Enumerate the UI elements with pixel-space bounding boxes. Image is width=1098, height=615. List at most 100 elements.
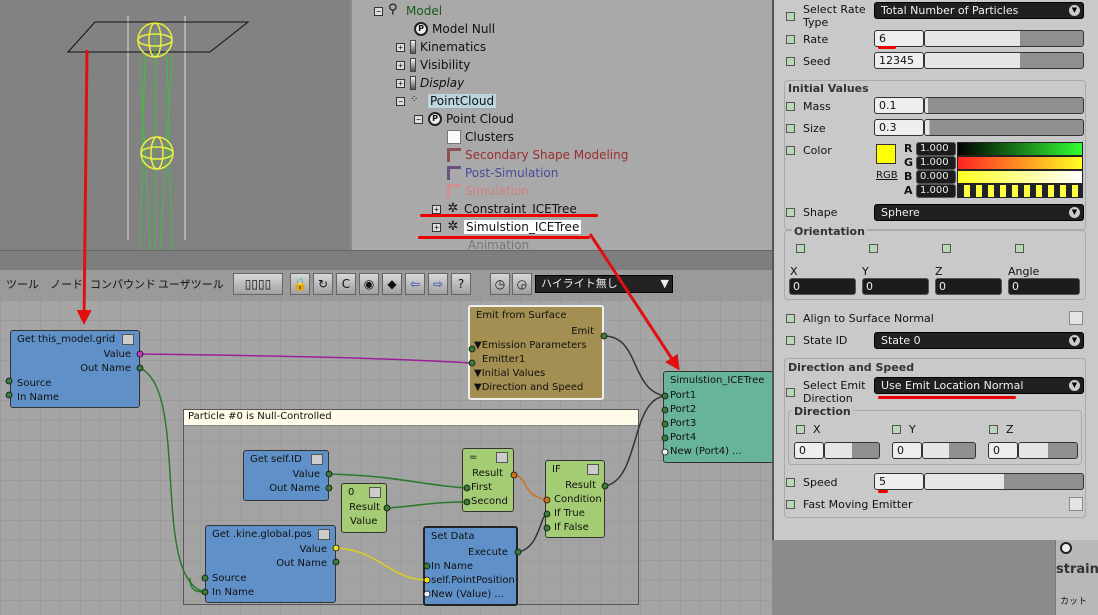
channel-a-input[interactable]: 1.000 [916,184,956,198]
menu-user-tool[interactable]: ユーザツール [158,276,224,292]
highlight-select[interactable]: ハイライト無し ▼ [535,275,673,293]
color-swatch[interactable] [876,144,896,164]
expand-icon[interactable]: + [396,42,405,52]
help-icon[interactable]: ? [451,273,471,295]
orient-angle-input[interactable]: 0 [1008,278,1080,295]
port-if-false[interactable]: If False [554,522,589,533]
channel-r-input[interactable]: 1.000 [916,142,956,156]
lock-icon[interactable]: 🔒 [290,273,310,295]
node-menu-icon[interactable] [311,454,323,465]
expand-icon[interactable]: + [396,78,405,88]
port-new-value[interactable]: New (Value) ... [431,589,504,600]
port-emit[interactable]: Emit [571,326,594,337]
tree-item-simulation[interactable]: Simulation [447,182,529,200]
node-emit-from-surface[interactable]: Emit from Surface Emit ▼Emission Paramet… [468,305,604,400]
animate-checkbox[interactable] [786,314,795,323]
fast-emitter-checkbox[interactable] [1069,497,1083,511]
node-get-self-id[interactable]: Get self.ID Value Out Name [243,450,329,501]
port-3[interactable]: Port3 [670,418,696,429]
ice-graph[interactable]: Particle #0 is Null-Controlled Get this_… [0,300,772,615]
port-value[interactable]: Value [350,516,377,527]
node-scalar-zero[interactable]: 0 Result Value [341,483,387,533]
preset-icon[interactable]: ◉ [359,273,379,295]
dir-x-slider[interactable] [824,442,880,459]
dir-y-input[interactable]: 0 [892,442,922,459]
expand-icon[interactable]: + [432,204,441,214]
menu-node[interactable]: ノード [50,276,83,292]
mass-input[interactable]: 0.1 [874,97,924,114]
timer-icon[interactable]: ◷ [490,273,510,295]
seed-slider[interactable] [924,52,1084,69]
state-id-dropdown[interactable]: State 0 ▼ [874,332,1084,349]
channel-b-input[interactable]: 0.000 [916,170,956,184]
node-get-global-pos[interactable]: Get .kine.global.pos Value Out Name Sour… [205,525,336,603]
menu-compound[interactable]: コンパウンド [90,276,156,292]
port-1[interactable]: Port1 [670,390,696,401]
collapse-icon[interactable]: − [374,6,383,16]
node-compare-equal[interactable]: = Result First Second [462,448,514,512]
back-arrow-icon[interactable]: ⇦ [405,273,425,295]
forward-arrow-icon[interactable]: ⇨ [428,273,448,295]
channel-r-slider[interactable] [957,142,1083,156]
animate-checkbox[interactable] [786,478,795,487]
animate-checkbox[interactable] [892,425,901,434]
port-if-true[interactable]: If True [554,508,585,519]
port-second[interactable]: Second [471,496,508,507]
tree-item-visibility[interactable]: + Visibility [396,56,470,74]
node-menu-icon[interactable] [587,464,599,475]
node-get-grid[interactable]: Get this_model.grid Value Out Name Sourc… [10,330,140,408]
port-value[interactable]: Value [293,469,320,480]
node-menu-icon[interactable] [369,487,381,498]
channel-a-slider[interactable] [957,184,1083,198]
dir-y-slider[interactable] [922,442,976,459]
group-emission-params[interactable]: ▼Emission Parameters [474,340,587,351]
group-initial-values[interactable]: ▼Initial Values [474,368,545,379]
channel-g-input[interactable]: 1.000 [916,156,956,170]
size-input[interactable]: 0.3 [874,119,924,136]
orient-z-input[interactable]: 0 [935,278,1002,295]
expand-icon[interactable]: + [432,222,441,232]
node-menu-icon[interactable] [122,334,134,345]
channel-g-slider[interactable] [957,156,1083,170]
port-in-name[interactable]: In Name [17,392,59,403]
port-condition[interactable]: Condition [554,494,602,505]
bookmark-icon[interactable]: ◆ [382,273,402,295]
port-point-position[interactable]: self.PointPosition [431,575,515,586]
port-result[interactable]: Result [565,480,596,491]
port-4[interactable]: Port4 [670,432,696,443]
port-2[interactable]: Port2 [670,404,696,415]
scene-explorer[interactable]: − ⚲ Model P Model Null + Kinematics + Vi… [352,0,772,250]
menu-tool[interactable]: ツール [6,276,39,292]
animate-checkbox[interactable] [786,146,795,155]
speed-slider[interactable] [924,473,1084,490]
animate-checkbox[interactable] [942,244,951,253]
expand-icon[interactable]: + [396,60,405,70]
animate-checkbox[interactable] [786,336,795,345]
color-mode-label[interactable]: RGB [876,170,898,181]
port-result[interactable]: Result [472,468,503,479]
animate-checkbox[interactable] [869,244,878,253]
port-result[interactable]: Result [349,502,380,513]
animate-checkbox[interactable] [1015,244,1024,253]
animate-checkbox[interactable] [786,387,795,397]
tree-item-simulstion-icetree[interactable]: + ✲ Simulstion_ICETree [432,218,582,236]
clear-icon[interactable]: C [336,273,356,295]
orient-x-input[interactable]: 0 [789,278,856,295]
port-first[interactable]: First [471,482,492,493]
animate-checkbox[interactable] [989,425,998,434]
orient-y-input[interactable]: 0 [862,278,929,295]
size-slider[interactable] [924,119,1084,136]
collapse-icon[interactable]: − [414,114,423,124]
animate-checkbox[interactable] [796,425,805,434]
animate-checkbox[interactable] [786,208,795,217]
port-execute[interactable]: Execute [468,547,508,558]
animate-checkbox[interactable] [786,500,795,509]
shape-dropdown[interactable]: Sphere ▼ [874,204,1084,221]
speed-input[interactable]: 5 [874,473,924,490]
port-out-name[interactable]: Out Name [276,558,327,569]
channel-b-slider[interactable] [957,170,1083,184]
node-if[interactable]: IF Result Condition If True If False [545,460,605,538]
port-in-name[interactable]: In Name [212,587,254,598]
select-rate-dropdown[interactable]: Total Number of Particles ▼ [874,2,1084,19]
port-value[interactable]: Value [300,544,327,555]
